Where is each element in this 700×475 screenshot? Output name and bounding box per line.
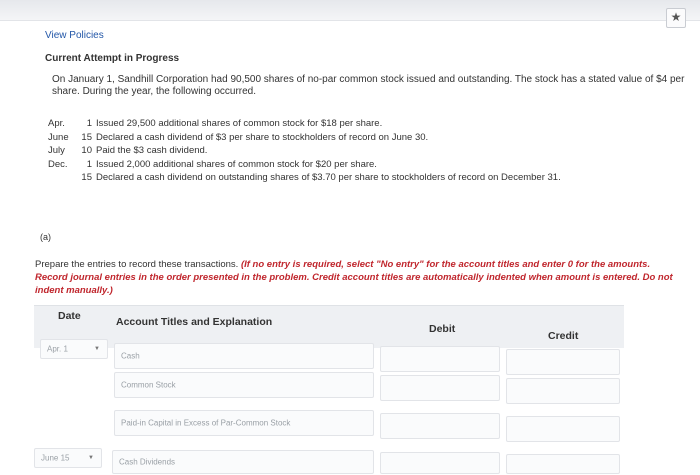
header-date: Date bbox=[58, 310, 81, 322]
account-input[interactable]: Cash Dividends bbox=[112, 450, 374, 474]
credit-input[interactable] bbox=[506, 416, 620, 442]
chevron-down-icon: ▼ bbox=[94, 346, 100, 352]
debit-input[interactable] bbox=[380, 375, 500, 401]
instructions: Prepare the entries to record these tran… bbox=[35, 258, 680, 297]
header-credit: Credit bbox=[548, 330, 579, 342]
attempt-status: Current Attempt in Progress bbox=[45, 53, 180, 64]
credit-input[interactable] bbox=[506, 378, 620, 404]
debit-input[interactable] bbox=[380, 413, 500, 439]
instructions-text: Prepare the entries to record these tran… bbox=[35, 259, 241, 270]
table-header: Date Account Titles and Explanation Debi… bbox=[34, 305, 624, 348]
part-label: (a) bbox=[40, 232, 51, 242]
debit-input[interactable] bbox=[380, 346, 500, 372]
credit-input[interactable] bbox=[506, 454, 620, 474]
header-account: Account Titles and Explanation bbox=[116, 316, 273, 328]
star-icon[interactable]: ★ bbox=[666, 8, 686, 28]
top-bar bbox=[0, 0, 700, 21]
debit-input[interactable] bbox=[380, 452, 500, 474]
view-policies-link[interactable]: View Policies bbox=[45, 30, 104, 41]
credit-input[interactable] bbox=[506, 349, 620, 375]
account-input[interactable]: Common Stock bbox=[114, 372, 374, 398]
date-select[interactable]: June 15 ▼ bbox=[34, 448, 102, 468]
header-debit: Debit bbox=[429, 323, 456, 335]
problem-intro: On January 1, Sandhill Corporation had 9… bbox=[52, 74, 685, 97]
date-select[interactable]: Apr. 1 ▼ bbox=[40, 339, 108, 359]
chevron-down-icon: ▼ bbox=[88, 455, 94, 461]
account-input[interactable]: Cash bbox=[114, 343, 374, 369]
account-input[interactable]: Paid-in Capital in Excess of Par-Common … bbox=[114, 410, 374, 436]
